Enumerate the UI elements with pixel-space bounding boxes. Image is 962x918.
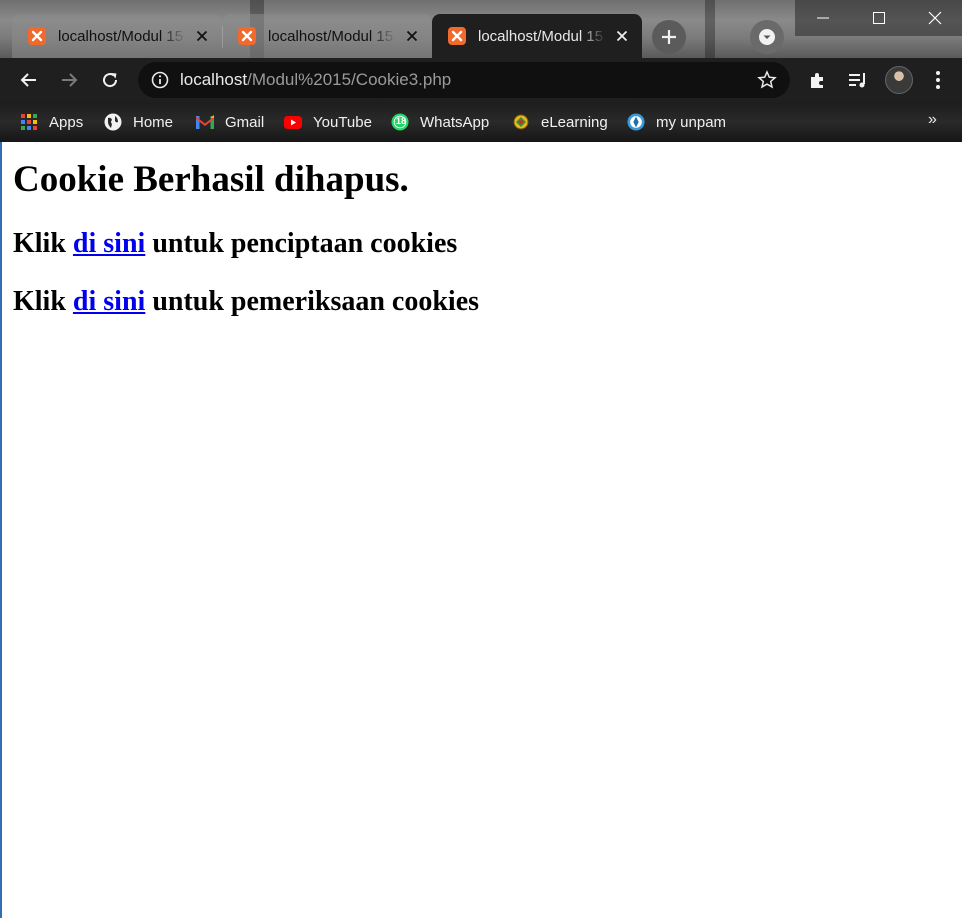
forward-button[interactable]: [55, 66, 83, 94]
bookmark-gmail[interactable]: Gmail: [196, 111, 264, 133]
arrow-right-icon: [62, 73, 78, 87]
playlist-icon: [849, 73, 865, 88]
page-content: Cookie Berhasil dihapus. Klik di sini un…: [0, 142, 962, 918]
create-cookie-line: Klik di sini untuk penciptaan cookies: [13, 228, 457, 260]
bookmark-label: WhatsApp: [420, 113, 490, 131]
bookmark-label: YouTube: [313, 113, 372, 131]
bookmark-label: eLearning: [541, 113, 608, 131]
bookmark-apps[interactable]: Apps: [20, 111, 83, 133]
check-cookie-line: Klik di sini untuk pemeriksaan cookies: [13, 286, 479, 318]
puzzle-icon: [811, 73, 823, 88]
bookmark-whatsapp[interactable]: 18 WhatsApp: [391, 111, 489, 133]
info-icon[interactable]: [150, 70, 170, 90]
tab-title: localhost/Modul 15: [268, 27, 394, 45]
new-tab-button[interactable]: [652, 20, 686, 54]
bookmark-star-icon[interactable]: [756, 69, 778, 91]
tab-title: localhost/Modul 15: [58, 27, 184, 45]
arrow-left-icon: [20, 73, 36, 87]
page-heading: Cookie Berhasil dihapus.: [13, 159, 409, 200]
media-controls-button[interactable]: [844, 66, 872, 94]
tab-close-icon[interactable]: [402, 26, 422, 46]
profile-avatar[interactable]: [885, 66, 913, 94]
line-suffix: untuk pemeriksaan cookies: [145, 286, 480, 317]
background-decoration: [705, 0, 715, 58]
create-cookie-link[interactable]: di sini: [73, 228, 145, 259]
chevron-down-circle-icon: [759, 29, 775, 45]
bookmark-label: Home: [133, 113, 174, 131]
bookmark-label: Gmail: [225, 113, 265, 131]
tab-1[interactable]: localhost/Modul 15: [12, 14, 222, 58]
whatsapp-icon: 18: [391, 113, 409, 131]
tab-close-icon[interactable]: [192, 26, 212, 46]
xampp-favicon-icon: [28, 27, 46, 45]
tab-close-icon[interactable]: [612, 26, 632, 46]
back-button[interactable]: [15, 66, 43, 94]
bookmark-label: my unpam: [656, 113, 727, 131]
line-prefix: Klik: [13, 228, 73, 259]
reload-icon: [103, 73, 118, 88]
window-close-button[interactable]: [907, 0, 962, 36]
gmail-icon: [196, 113, 214, 131]
bookmark-my-unpam[interactable]: my unpam: [627, 111, 726, 133]
tab-title: localhost/Modul 15: [478, 27, 604, 45]
bookmark-youtube[interactable]: YouTube: [284, 111, 372, 133]
line-prefix: Klik: [13, 286, 73, 317]
address-bar[interactable]: localhost/Modul%2015/Cookie3.php: [138, 62, 790, 98]
tab-3-active[interactable]: localhost/Modul 15: [432, 14, 642, 58]
globe-icon: [104, 113, 122, 131]
browser-toolbar: localhost/Modul%2015/Cookie3.php: [0, 58, 962, 102]
tab-2[interactable]: localhost/Modul 15: [222, 14, 432, 58]
xampp-favicon-icon: [238, 27, 256, 45]
extensions-button[interactable]: [804, 66, 832, 94]
window-minimize-button[interactable]: [795, 0, 851, 36]
minimize-icon: [817, 17, 829, 19]
elearning-icon: [512, 113, 530, 131]
xampp-favicon-icon: [448, 27, 466, 45]
apps-grid-icon: [20, 113, 38, 131]
tab-search-button[interactable]: [750, 20, 784, 54]
window-maximize-button[interactable]: [851, 0, 907, 36]
line-suffix: untuk penciptaan cookies: [145, 228, 458, 259]
whatsapp-badge: 18: [395, 116, 406, 126]
unpam-icon: [627, 113, 645, 131]
address-url[interactable]: localhost/Modul%2015/Cookie3.php: [180, 70, 451, 90]
browser-tab-strip: localhost/Modul 15 localhost/Modul 15 lo…: [0, 0, 962, 58]
bookmark-elearning[interactable]: eLearning: [512, 111, 608, 133]
browser-menu-button[interactable]: [924, 66, 952, 94]
address-path: /Modul%2015/Cookie3.php: [247, 70, 452, 89]
address-host: localhost: [180, 70, 248, 89]
kebab-menu-icon: [936, 71, 940, 89]
bookmarks-bar: Apps Home Gmail YouTube 18 WhatsApp eLea…: [0, 102, 962, 142]
bookmarks-overflow-button[interactable]: »: [928, 111, 937, 129]
maximize-icon: [873, 12, 885, 24]
youtube-icon: [284, 113, 302, 131]
bookmark-label: Apps: [49, 113, 84, 131]
check-cookie-link[interactable]: di sini: [73, 286, 145, 317]
bookmark-home[interactable]: Home: [104, 111, 173, 133]
close-icon: [928, 11, 942, 25]
reload-button[interactable]: [96, 66, 124, 94]
plus-icon: [662, 30, 676, 44]
